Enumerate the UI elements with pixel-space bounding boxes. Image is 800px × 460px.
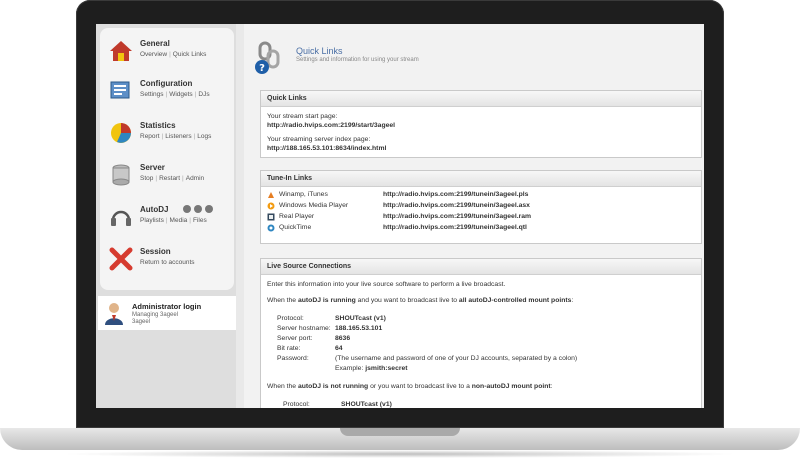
link-logs[interactable]: Logs xyxy=(197,133,211,140)
login-managing: Managing 3ageel xyxy=(132,312,179,318)
nav-title-autodj: AutoDJ xyxy=(140,205,169,214)
link-files[interactable]: Files xyxy=(193,217,207,224)
link-overview[interactable]: Overview xyxy=(140,51,167,58)
link-stop[interactable]: Stop xyxy=(140,175,153,182)
nav-links-statistics: Report | Listeners | Logs xyxy=(140,133,212,140)
field-label-password: Password: xyxy=(277,355,309,362)
nav-title-session: Session xyxy=(140,247,171,256)
live-autodj-on-text: When the autoDJ is running and you want … xyxy=(267,297,574,304)
field-label-bitrate: Bit rate: xyxy=(277,345,301,352)
live-source-panel: Live Source Connections Enter this infor… xyxy=(260,258,702,408)
nav-title-general: General xyxy=(140,39,170,48)
windows-media-player-icon xyxy=(267,202,275,210)
headphones-icon xyxy=(111,210,131,226)
link-return-to-accounts[interactable]: Return to accounts xyxy=(140,259,195,266)
pie-chart-icon xyxy=(111,123,131,143)
sidebar: General Overview | Quick Links Configurati… xyxy=(96,24,236,408)
nav-item-general[interactable]: General Overview | Quick Links xyxy=(106,36,232,72)
nav-links-configuration: Settings | Widgets | DJs xyxy=(140,91,210,98)
nav-item-configuration[interactable]: Configuration Settings | Widgets | DJs xyxy=(106,76,232,112)
autodj-controls-icon[interactable] xyxy=(182,204,216,214)
svg-text:?: ? xyxy=(259,63,265,74)
password-example: Example: jsmith:secret xyxy=(335,365,408,372)
field-label-protocol: Protocol: xyxy=(277,315,304,322)
configuration-icon xyxy=(110,81,130,99)
link-settings[interactable]: Settings xyxy=(140,91,164,98)
tunein-url-ram[interactable]: http://radio.hvips.com:2199/tunein/3agee… xyxy=(383,213,531,220)
quick-links-chain-icon: ? xyxy=(255,41,280,74)
home-icon xyxy=(110,41,132,61)
tunein-url-qtl[interactable]: http://radio.hvips.com:2199/tunein/3agee… xyxy=(383,224,527,231)
link-report[interactable]: Report xyxy=(140,133,160,140)
nav-title-statistics: Statistics xyxy=(140,121,176,130)
nav-links-session: Return to accounts xyxy=(140,259,195,266)
nav-panel: General Overview | Quick Links Configurati… xyxy=(100,28,234,290)
live-autodj-off-text: When the autoDJ is not running or you wa… xyxy=(267,383,553,390)
tunein-url-pls[interactable]: http://radio.hvips.com:2199/tunein/3agee… xyxy=(383,191,528,198)
winamp-icon xyxy=(268,192,274,198)
field-value-bitrate: 64 xyxy=(335,345,343,352)
main-content: ? Quick Links Settings and information f… xyxy=(244,24,704,408)
server-icon xyxy=(112,164,130,186)
field-value-port: 8636 xyxy=(335,335,351,342)
index-page-label: Your streaming server index page: xyxy=(267,136,371,143)
tunein-player-winamp: Winamp, iTunes xyxy=(279,191,328,198)
login-box: Administrator login Managing 3ageel 3age… xyxy=(98,296,236,330)
field-value-password: (The username and password of one of you… xyxy=(335,355,578,362)
laptop-shadow xyxy=(60,450,740,458)
nav-item-statistics[interactable]: Statistics Report | Listeners | Logs xyxy=(106,118,232,154)
tunein-panel: Tune-In Links Winamp, iTunes http://radi… xyxy=(260,170,702,244)
nav-links-autodj: Playlists | Media | Files xyxy=(140,217,207,224)
tunein-player-wmp: Windows Media Player xyxy=(279,202,349,209)
quick-links-panel-title: Quick Links xyxy=(261,91,701,107)
link-widgets[interactable]: Widgets xyxy=(169,91,192,98)
live-intro: Enter this information into your live so… xyxy=(267,281,506,288)
link-playlists[interactable]: Playlists xyxy=(140,217,164,224)
tunein-url-asx[interactable]: http://radio.hvips.com:2199/tunein/3agee… xyxy=(383,202,530,209)
login-sub: Managing 3ageel 3ageel xyxy=(132,312,178,326)
admin-avatar-icon xyxy=(105,303,123,325)
tunein-player-quicktime: QuickTime xyxy=(279,224,312,231)
link-djs[interactable]: DJs xyxy=(198,91,209,98)
nav-item-server[interactable]: Server Stop | Restart | Admin xyxy=(106,160,232,196)
link-quick-links[interactable]: Quick Links xyxy=(173,51,207,58)
nav-item-session[interactable]: Session Return to accounts xyxy=(106,244,232,280)
field-label-protocol-2: Protocol: xyxy=(283,401,310,408)
page-title: Quick Links xyxy=(296,46,343,56)
quicktime-icon xyxy=(267,224,275,232)
field-label-port: Server port: xyxy=(277,335,313,342)
live-source-panel-title: Live Source Connections xyxy=(261,259,701,275)
login-title: Administrator login xyxy=(132,302,202,311)
tunein-panel-title: Tune-In Links xyxy=(261,171,701,187)
field-value-protocol: SHOUTcast (v1) xyxy=(335,315,386,322)
field-value-protocol-2: SHOUTcast (v1) xyxy=(341,401,392,408)
field-label-hostname: Server hostname: xyxy=(277,325,331,332)
nav-links-server: Stop | Restart | Admin xyxy=(140,175,205,182)
tunein-player-real: Real Player xyxy=(279,213,315,220)
laptop-notch xyxy=(340,428,460,436)
screen: General Overview | Quick Links Configurati… xyxy=(96,24,704,408)
link-media[interactable]: Media xyxy=(170,217,188,224)
quick-links-panel: Quick Links Your stream start page: http… xyxy=(260,90,702,158)
nav-links-general: Overview | Quick Links xyxy=(140,51,207,58)
page-subtitle: Settings and information for using your … xyxy=(296,57,419,63)
login-user: 3ageel xyxy=(132,319,151,325)
link-restart[interactable]: Restart xyxy=(159,175,180,182)
start-page-url[interactable]: http://radio.hvips.com:2199/start/3ageel xyxy=(267,122,395,129)
link-listeners[interactable]: Listeners xyxy=(165,133,191,140)
nav-title-server: Server xyxy=(140,163,165,172)
real-player-icon xyxy=(267,213,275,221)
nav-item-autodj[interactable]: AutoDJ Playlists | Media | Files xyxy=(106,202,232,238)
close-x-icon xyxy=(109,247,133,271)
link-admin[interactable]: Admin xyxy=(186,175,204,182)
start-page-label: Your stream start page: xyxy=(267,113,338,120)
nav-title-configuration: Configuration xyxy=(140,79,193,88)
index-page-url[interactable]: http://188.165.53.101:8634/index.html xyxy=(267,145,386,152)
field-value-hostname: 188.165.53.101 xyxy=(335,325,383,332)
